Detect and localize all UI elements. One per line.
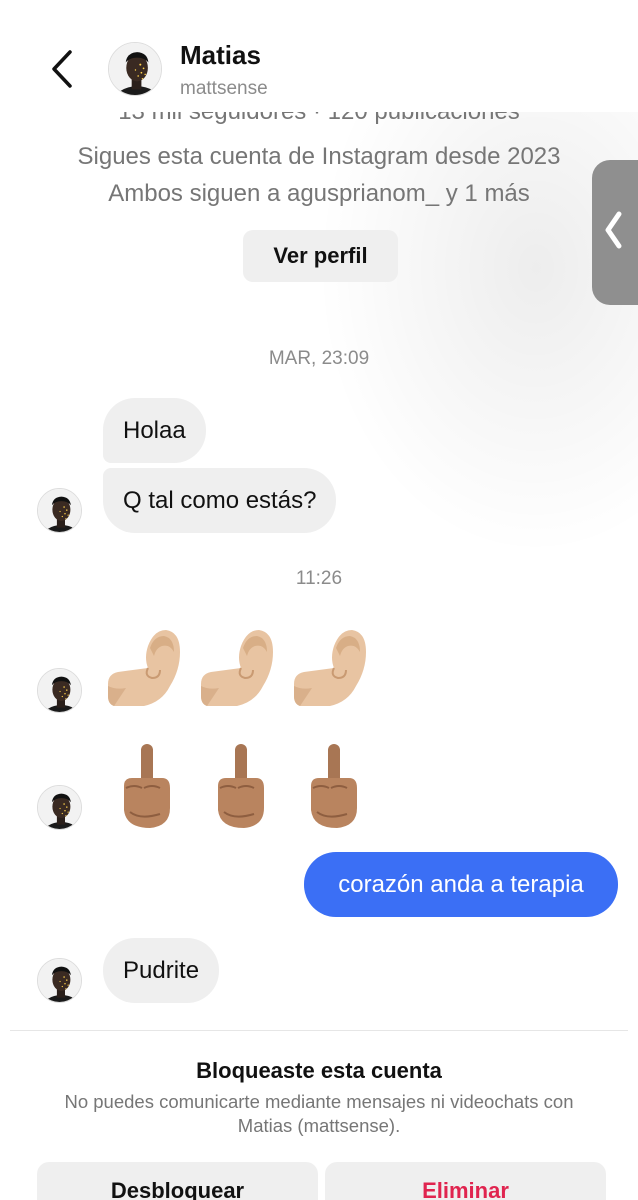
avatar[interactable] bbox=[37, 785, 82, 830]
divider bbox=[10, 1030, 628, 1031]
message-timestamp: MAR, 23:09 bbox=[268, 348, 370, 369]
contact-username[interactable]: mattsense bbox=[180, 78, 268, 100]
following-since: Sigues esta cuenta de Instagram desde 20… bbox=[77, 143, 561, 170]
screen-glare bbox=[298, 60, 638, 580]
side-panel-handle[interactable] bbox=[592, 160, 638, 305]
avatar[interactable] bbox=[108, 42, 162, 96]
avatar[interactable] bbox=[37, 488, 82, 533]
delete-button[interactable]: Eliminar bbox=[325, 1162, 606, 1200]
chevron-left-icon bbox=[52, 50, 72, 88]
mutual-followers: Ambos siguen a agusprianom_ y 1 más bbox=[108, 180, 530, 207]
profile-photo bbox=[38, 489, 81, 532]
chat-screen: Matias mattsense 13 mil seguidores · 120… bbox=[0, 0, 638, 1200]
received-message[interactable]: Pudrite bbox=[103, 938, 220, 1003]
avatar[interactable] bbox=[37, 668, 82, 713]
avatar[interactable] bbox=[37, 958, 82, 1003]
sent-message[interactable]: corazón anda a terapia bbox=[304, 852, 618, 917]
middle-finger-emoji[interactable] bbox=[303, 742, 363, 832]
profile-photo bbox=[38, 786, 81, 829]
blocked-title: Bloqueaste esta cuenta bbox=[196, 1058, 442, 1083]
middle-finger-emoji[interactable] bbox=[116, 742, 176, 832]
profile-photo bbox=[38, 959, 81, 1002]
pinched-fingers-emoji[interactable] bbox=[290, 624, 370, 714]
back-button[interactable] bbox=[44, 44, 84, 94]
contact-name[interactable]: Matias bbox=[180, 40, 261, 71]
view-profile-button[interactable]: Ver perfil bbox=[243, 230, 398, 282]
message-timestamp: 11:26 bbox=[295, 568, 343, 589]
profile-photo bbox=[109, 43, 161, 95]
pinched-fingers-emoji[interactable] bbox=[197, 624, 277, 714]
received-message[interactable]: Q tal como estás? bbox=[103, 468, 337, 533]
chat-header: Matias mattsense bbox=[0, 0, 638, 112]
profile-photo bbox=[38, 669, 81, 712]
chevron-left-icon bbox=[605, 211, 622, 249]
blocked-description: No puedes comunicarte mediante mensajes … bbox=[64, 1091, 574, 1136]
middle-finger-emoji[interactable] bbox=[210, 742, 270, 832]
unblock-button[interactable]: Desbloquear bbox=[37, 1162, 318, 1200]
received-message[interactable]: Holaa bbox=[103, 398, 206, 463]
pinched-fingers-emoji[interactable] bbox=[104, 624, 184, 714]
